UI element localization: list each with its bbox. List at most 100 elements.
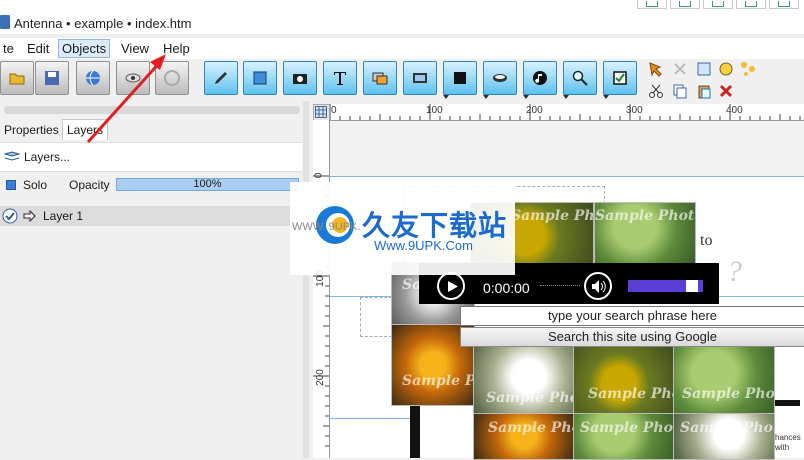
gallery-photo[interactable]: Sample Photo [673, 413, 775, 460]
ruler-ticks [313, 175, 329, 447]
rectangle-tool-button[interactable] [243, 61, 277, 95]
site-watermark: 久友下载站 WWW. 9UPK. Www.9UPK.Com [290, 182, 515, 275]
select-arrow-icon[interactable] [648, 61, 664, 77]
magnifier-icon [572, 70, 588, 86]
annotation-arrow [86, 54, 166, 144]
cut-icon[interactable] [648, 83, 664, 99]
search-button[interactable]: Search this site using Google [460, 327, 804, 347]
window-control-3[interactable] [703, 0, 733, 9]
pointer-icon[interactable] [672, 61, 688, 77]
frame-icon[interactable] [696, 61, 712, 77]
opacity-label: Opacity [69, 178, 110, 192]
photo-watermark: Sample Photo [682, 386, 775, 402]
canvas-margin [330, 121, 804, 176]
watermark-url: Www.9UPK.Com [374, 238, 473, 253]
audio-tool-button[interactable] [523, 61, 557, 99]
text-tool-button[interactable] [323, 61, 357, 95]
window-control-5[interactable] [769, 0, 799, 9]
panel-splitter[interactable] [303, 101, 309, 458]
gallery-photo[interactable]: Sample Photo [673, 345, 775, 415]
watermark-url-left: WWW. 9UPK. [292, 221, 361, 233]
window-title: Antenna • example • index.htm [14, 16, 192, 31]
search-input[interactable]: type your search phrase here [460, 306, 804, 326]
corner-text-block: hances with [775, 413, 804, 458]
folder-icon [9, 73, 25, 85]
pen-tool-button[interactable] [204, 61, 238, 95]
menu-edit[interactable]: Edit [24, 40, 52, 57]
play-icon [448, 281, 458, 292]
photo-watermark: Sample Photo [580, 420, 674, 436]
delete-icon[interactable] [718, 83, 734, 99]
photo-watermark: Sample Photo [511, 208, 594, 224]
paste-icon[interactable] [696, 83, 712, 99]
ruler-vertical: 0 100 200 [313, 120, 330, 458]
seek-track[interactable] [540, 285, 580, 287]
photo-watermark: Sample Photo [680, 420, 774, 436]
pen-icon [215, 72, 227, 84]
video-icon [413, 73, 427, 83]
database-icon [493, 74, 507, 82]
tab-properties[interactable]: Properties [0, 120, 63, 140]
copy-icon[interactable] [672, 83, 688, 99]
ruler-corner[interactable] [313, 104, 330, 121]
nodes-icon[interactable] [740, 61, 756, 77]
image-tool-button[interactable] [283, 61, 317, 95]
gallery-photo[interactable]: Sample Photo [473, 345, 575, 415]
ruler-ticks [329, 104, 801, 120]
speaker-icon [592, 280, 606, 293]
text-icon [334, 72, 346, 85]
rectangle-icon [253, 71, 267, 85]
gallery-tool-button[interactable] [363, 61, 397, 95]
photo-watermark: Sample Photo [488, 420, 574, 436]
save-button[interactable] [35, 61, 69, 95]
canvas-text-question[interactable]: ? [727, 255, 742, 289]
solo-label: Solo [23, 178, 48, 192]
guide-line [330, 176, 804, 177]
window-control-1[interactable] [637, 0, 667, 9]
window-control-2[interactable] [670, 0, 700, 9]
solo-checkbox[interactable] [6, 180, 16, 190]
open-folder-button[interactable] [0, 61, 34, 95]
photo-watermark: Sample Photo [486, 390, 574, 406]
object-outline[interactable] [360, 297, 392, 337]
opacity-slider[interactable]: 100% [116, 178, 299, 191]
photo-watermark: Sample Photo [588, 386, 674, 402]
volume-button[interactable] [584, 272, 612, 300]
layer-row[interactable]: Layer 1 [0, 206, 303, 226]
play-button[interactable] [437, 272, 465, 300]
player-time: 0:00:00 [483, 280, 530, 296]
layers-stack-icon [4, 151, 20, 161]
visibility-check-icon[interactable] [2, 208, 18, 224]
camera-icon [293, 74, 307, 84]
opacity-value: 100% [193, 178, 222, 190]
video-tool-button[interactable] [403, 61, 437, 95]
music-icon [533, 71, 547, 85]
shape-tool-button[interactable] [443, 61, 477, 99]
photo-watermark: Sample Photo [595, 208, 696, 224]
corner-text: with [775, 443, 790, 452]
square-icon [454, 72, 466, 84]
volume-knob[interactable] [686, 280, 698, 292]
database-tool-button[interactable] [483, 61, 517, 99]
save-icon [45, 71, 59, 85]
search-tool-button[interactable] [563, 61, 597, 99]
layer-name: Layer 1 [43, 209, 84, 223]
ruler-horizontal: 0 100 200 300 400 [329, 104, 804, 121]
gallery-photo[interactable]: Sample Photo [573, 345, 675, 415]
app-icon [0, 15, 10, 29]
gallery-photo[interactable]: Sample Photo [473, 413, 575, 460]
corner-text: hances [775, 433, 801, 442]
checkbox-icon [613, 71, 627, 85]
layer-arrow-icon [23, 209, 36, 223]
form-tool-button[interactable] [603, 61, 637, 99]
photo-watermark: Sample Photo [402, 373, 475, 389]
gallery-photo[interactable]: Sample Photo [573, 413, 675, 460]
gallery-photo[interactable]: Sample Photo [594, 202, 696, 264]
layers-menu-label: Layers... [24, 150, 71, 164]
smiley-icon[interactable] [718, 61, 734, 77]
canvas-text-to[interactable]: to [700, 232, 712, 250]
menu-site[interactable]: te [0, 40, 17, 57]
gallery-icon [372, 72, 388, 85]
guide-line [330, 418, 420, 419]
window-control-4[interactable] [736, 0, 766, 9]
